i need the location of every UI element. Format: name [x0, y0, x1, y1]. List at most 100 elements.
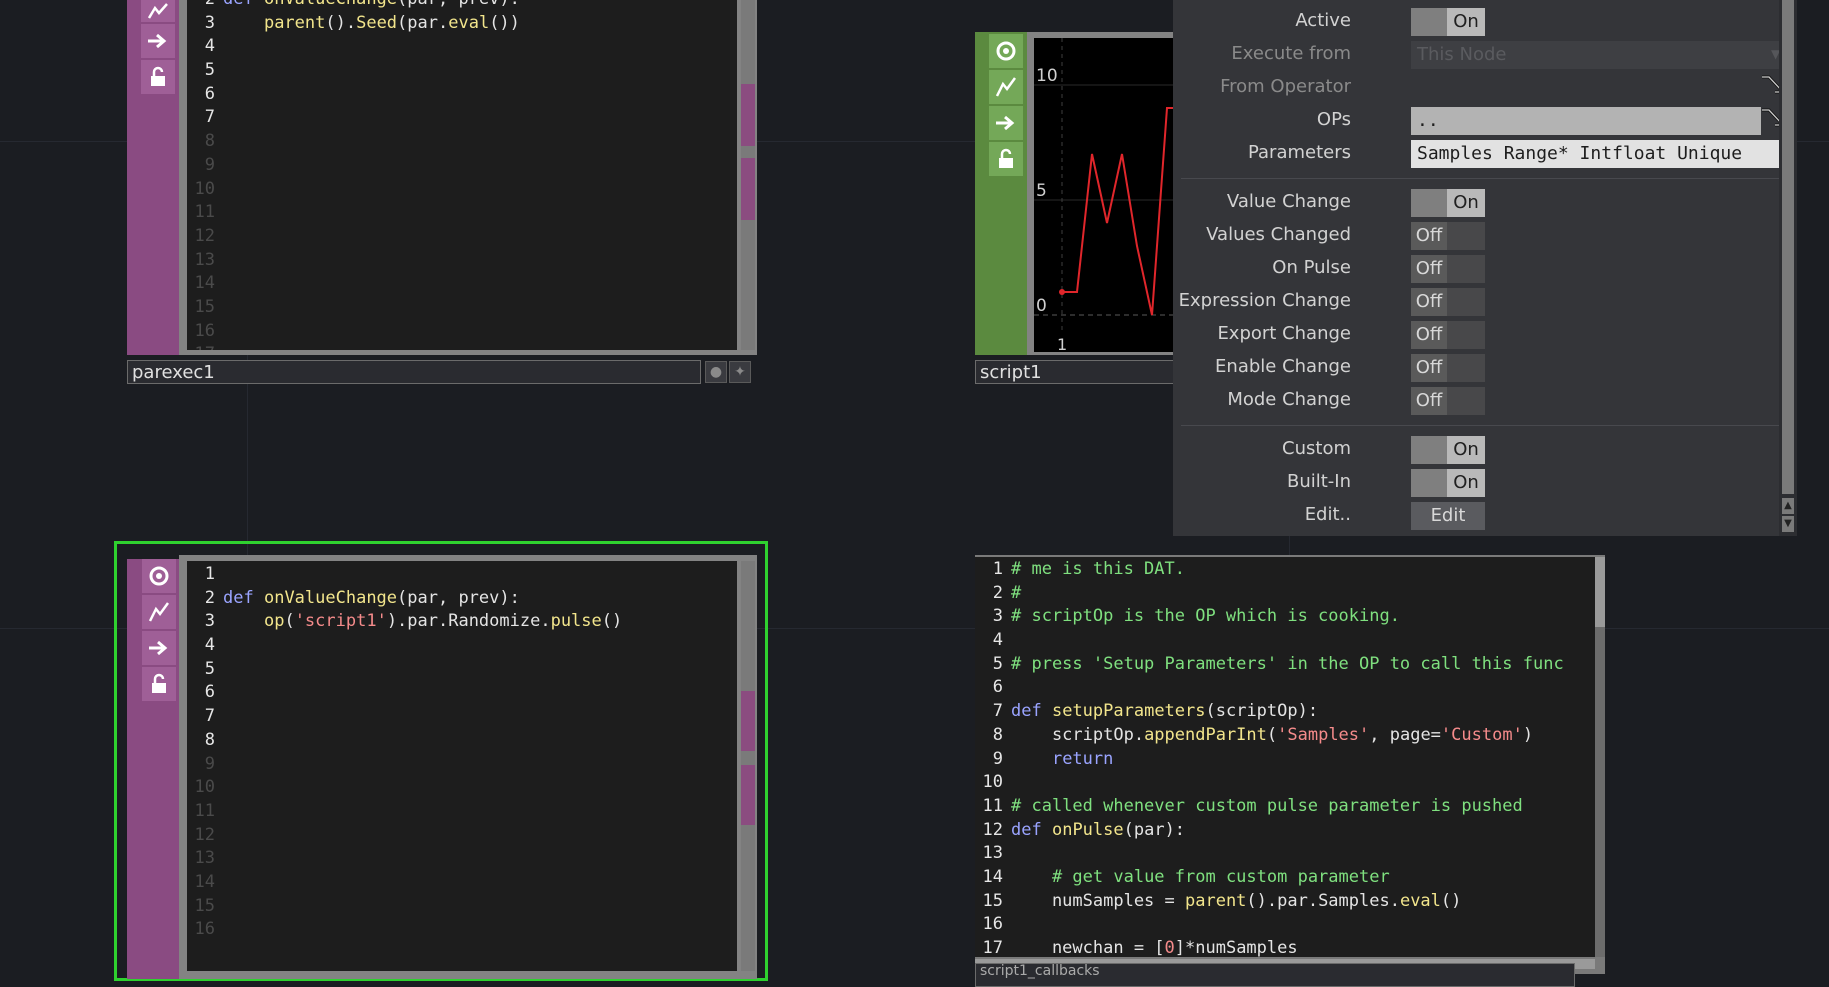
code-line[interactable]: 14 [187, 871, 737, 895]
viewer-icon[interactable] [989, 34, 1023, 68]
callbacks-code-editor[interactable]: 1 # me is this DAT. 2 #3 # scriptOp is the O… [975, 557, 1595, 957]
parexec2-code-editor[interactable]: 1 2 def onValueChange(par, prev): 3 op('scr… [187, 561, 737, 971]
scroll-up-icon[interactable]: ▲ [1782, 498, 1794, 514]
values-changed-toggle[interactable]: Off [1411, 222, 1485, 250]
scroll-down-icon[interactable]: ▼ [1782, 516, 1794, 532]
code-line[interactable]: 4 [975, 629, 1595, 653]
code-line[interactable]: 10 [975, 771, 1595, 795]
code-line[interactable]: 2def onValueChange(par, prev): [187, 587, 737, 611]
export-arrow-icon[interactable] [142, 631, 176, 665]
viewer-toggle-icon[interactable]: ● [705, 361, 727, 383]
parameters-field[interactable]: Samples Range* Intfloat Unique [1411, 140, 1789, 168]
active-toggle[interactable]: On [1411, 8, 1485, 36]
edit-button[interactable]: Edit [1411, 502, 1485, 530]
code-line[interactable]: 17 newchan = [0]*numSamples [975, 937, 1595, 957]
code-line[interactable]: 9 [187, 753, 737, 777]
viewer-icon[interactable] [142, 559, 176, 593]
code-line[interactable]: 4 [187, 35, 737, 59]
mode-change-toggle[interactable]: Off [1411, 387, 1485, 415]
node-name-field[interactable]: script1_callbacks [975, 963, 1575, 987]
code-line[interactable]: 10 [187, 178, 737, 202]
code-line[interactable]: 5 # press 'Setup Parameters' in the OP to… [975, 653, 1595, 677]
code-line[interactable]: 9 return [975, 748, 1595, 772]
graph-icon[interactable] [142, 595, 176, 629]
code-line[interactable]: 17 [187, 343, 737, 350]
export-arrow-icon[interactable] [989, 106, 1023, 140]
scrollbar-thumb[interactable] [1595, 557, 1605, 627]
script1-channel-chart: 10 5 0 1 [1034, 38, 1174, 352]
code-line[interactable]: 14 [187, 272, 737, 296]
code-line[interactable]: 14 # get value from custom parameter [975, 866, 1595, 890]
code-line[interactable]: 8 [187, 130, 737, 154]
line-number: 14 [982, 866, 1003, 887]
lock-icon[interactable] [142, 667, 176, 701]
code-line[interactable]: 16 [975, 913, 1595, 937]
lock-icon[interactable] [989, 142, 1023, 176]
code-line[interactable]: 15 [187, 296, 737, 320]
node-name-field[interactable]: script1 [975, 360, 1175, 384]
scrollbar-thumb[interactable] [741, 84, 755, 146]
code-line[interactable]: 2 # [975, 582, 1595, 606]
built-in-toggle[interactable]: On [1411, 469, 1485, 497]
code-line[interactable]: 6 [187, 681, 737, 705]
code-line[interactable]: 8 scriptOp.appendParInt('Samples', page=… [975, 724, 1595, 748]
ops-field[interactable]: .. [1411, 107, 1761, 135]
enable-change-toggle[interactable]: Off [1411, 354, 1485, 382]
code-line[interactable]: 1 # me is this DAT. [975, 558, 1595, 582]
script1-callbacks-node[interactable]: 1 # me is this DAT. 2 #3 # scriptOp is the O… [975, 555, 1605, 987]
parexec1-code-editor[interactable]: 2def onValueChange(par, prev):3 parent()… [187, 0, 737, 350]
code-line[interactable]: 12 [187, 824, 737, 848]
scrollbar-thumb[interactable] [741, 691, 755, 751]
code-line[interactable]: 9 [187, 154, 737, 178]
scrollbar-thumb[interactable] [741, 158, 755, 220]
line-number: 8 [992, 724, 1003, 745]
code-line[interactable]: 7 [187, 106, 737, 130]
panel-scrollbar-thumb[interactable] [1782, 0, 1794, 494]
code-line[interactable]: 15 numSamples = parent().par.Samples.eva… [975, 890, 1595, 914]
code-line[interactable]: 12 def onPulse(par): [975, 819, 1595, 843]
code-line[interactable]: 11 [187, 201, 737, 225]
code-line[interactable]: 8 [187, 729, 737, 753]
execute-from-dropdown[interactable]: This Node [1411, 41, 1789, 69]
on-pulse-toggle[interactable]: Off [1411, 255, 1485, 283]
code-line[interactable]: 3 op('script1').par.Randomize.pulse() [187, 610, 737, 634]
code-line[interactable]: 7 [187, 705, 737, 729]
code-line[interactable]: 1 [187, 563, 737, 587]
panel-scrollbar[interactable]: ▲ ▼ [1779, 0, 1797, 536]
code-line[interactable]: 4 [187, 634, 737, 658]
code-line[interactable]: 12 [187, 225, 737, 249]
script1-node[interactable]: 10 5 0 1 script1 [975, 32, 1175, 386]
code-line[interactable]: 3 # scriptOp is the OP which is cooking. [975, 605, 1595, 629]
code-line[interactable]: 13 [187, 847, 737, 871]
code-line[interactable]: 16 [187, 320, 737, 344]
code-line[interactable]: 10 [187, 776, 737, 800]
code-line[interactable]: 13 [975, 842, 1595, 866]
value-change-toggle[interactable]: On [1411, 189, 1485, 217]
custom-toggle[interactable]: On [1411, 436, 1485, 464]
node-name-field[interactable]: parexec1 [127, 360, 701, 384]
code-line[interactable]: 16 [187, 918, 737, 942]
export-arrow-icon[interactable] [141, 24, 175, 58]
pin-icon[interactable]: ✦ [729, 361, 751, 383]
code-line[interactable]: 6 [975, 676, 1595, 700]
graph-icon[interactable] [141, 0, 175, 22]
code-line[interactable]: 7 def setupParameters(scriptOp): [975, 700, 1595, 724]
scrollbar-thumb[interactable] [741, 765, 755, 825]
lock-icon[interactable] [141, 60, 175, 94]
code-line[interactable]: 11 # called whenever custom pulse paramet… [975, 795, 1595, 819]
code-line[interactable]: 3 parent().Seed(par.eval()) [187, 12, 737, 36]
code-line[interactable]: 6 [187, 83, 737, 107]
expression-change-toggle[interactable]: Off [1411, 288, 1485, 316]
export-change-toggle[interactable]: Off [1411, 321, 1485, 349]
line-number: 6 [204, 682, 215, 703]
code-line[interactable]: 11 [187, 800, 737, 824]
parexec1-node[interactable]: 2def onValueChange(par, prev):3 parent()… [127, 0, 757, 386]
code-line[interactable]: 5 [187, 658, 737, 682]
graph-icon[interactable] [989, 70, 1023, 104]
code-line[interactable]: 2def onValueChange(par, prev): [187, 0, 737, 12]
code-line[interactable]: 15 [187, 895, 737, 919]
code-line[interactable]: 5 [187, 59, 737, 83]
parexec2-node[interactable]: 1 2 def onValueChange(par, prev): 3 op('scr… [114, 541, 772, 981]
line-number: 16 [194, 320, 215, 341]
code-line[interactable]: 13 [187, 249, 737, 273]
